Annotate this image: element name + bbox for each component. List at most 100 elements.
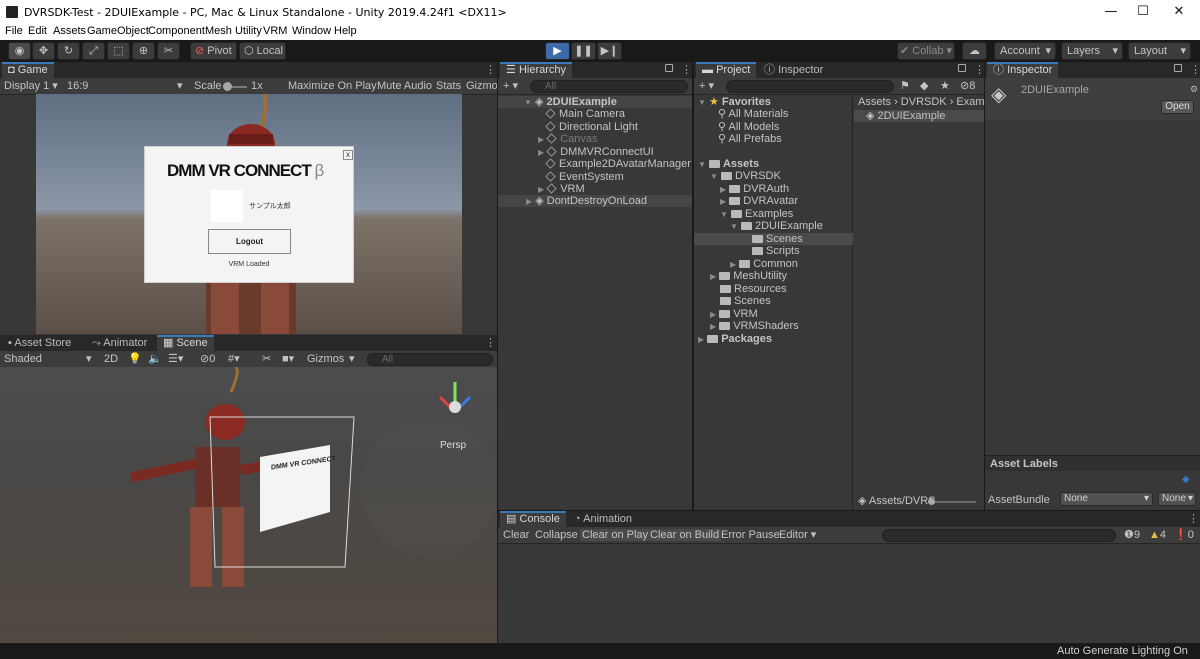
project-search-input[interactable]: [726, 80, 894, 93]
folder-row[interactable]: ▼ 2DUIExample: [730, 220, 823, 232]
move-tool-button[interactable]: ✥: [32, 42, 55, 60]
camera-icon[interactable]: ■▾: [282, 353, 294, 365]
minimize-button[interactable]: —: [1096, 2, 1126, 22]
favorites-row[interactable]: ▼ ★ Favorites: [698, 96, 771, 108]
stats-toggle[interactable]: Stats: [436, 80, 461, 92]
tab-game[interactable]: ◘ Game: [2, 62, 54, 78]
collapse-toggle[interactable]: Collapse: [535, 529, 578, 541]
asset-item-selected[interactable]: ◈ 2DUIExample: [854, 110, 984, 122]
error-pause-toggle[interactable]: Error Pause: [721, 529, 780, 541]
clear-on-build-toggle[interactable]: Clear on Build: [648, 529, 722, 541]
account-dropdown[interactable]: Account ▾: [994, 42, 1056, 60]
more-icon[interactable]: ⋮: [974, 63, 985, 76]
more-icon[interactable]: ⋮: [485, 336, 496, 349]
rect-tool-button[interactable]: ⬚: [107, 42, 130, 60]
menu-mesh-utility[interactable]: Mesh Utility: [205, 25, 262, 37]
editor-dropdown[interactable]: Editor ▾: [779, 529, 816, 541]
packages-row[interactable]: ▶ Packages: [698, 333, 772, 345]
tab-hierarchy[interactable]: ☰ Hierarchy: [500, 62, 573, 78]
hidden-objects-toggle[interactable]: ⊘0: [200, 353, 215, 365]
maximize-button[interactable]: ☐: [1128, 2, 1158, 22]
lock-icon[interactable]: [665, 64, 673, 72]
rotate-tool-button[interactable]: ↻: [57, 42, 80, 60]
close-button[interactable]: ✕: [1164, 2, 1194, 22]
tools-icon[interactable]: ✂: [262, 353, 271, 365]
assets-row[interactable]: ▼ Assets: [698, 158, 759, 170]
hierarchy-item[interactable]: Directional Light: [545, 121, 638, 133]
gizmos-dropdown[interactable]: Gizmos ▾: [307, 353, 359, 365]
hierarchy-item[interactable]: Example2DAvatarManager: [545, 158, 691, 170]
hierarchy-item[interactable]: Main Camera: [545, 108, 625, 120]
create-button[interactable]: + ▾: [699, 80, 714, 92]
lighting-icon[interactable]: 💡: [128, 353, 142, 365]
tab-asset-store[interactable]: ▪ Asset Store: [2, 335, 77, 351]
collab-button[interactable]: ✔ Collab ▾: [897, 42, 955, 60]
folder-row[interactable]: Resources: [720, 283, 787, 295]
console-search-input[interactable]: [882, 529, 1116, 542]
grid-icon[interactable]: #▾: [228, 353, 240, 365]
hierarchy-item[interactable]: ▶ Canvas: [538, 133, 598, 145]
layout-dropdown[interactable]: Layout ▾: [1128, 42, 1191, 60]
local-button[interactable]: ⬡ Local: [239, 42, 286, 60]
menu-assets[interactable]: Assets: [53, 25, 86, 37]
more-icon[interactable]: ⋮: [485, 63, 496, 76]
menu-window[interactable]: Window: [292, 25, 331, 37]
cloud-button[interactable]: ☁: [962, 42, 987, 60]
tab-inspector-2[interactable]: ⓘ Inspector: [758, 62, 829, 78]
effects-icon[interactable]: ☰▾: [168, 353, 183, 365]
icon-size-thumb[interactable]: [928, 498, 935, 505]
variant-dropdown[interactable]: None ▾: [1158, 492, 1196, 506]
lock-icon[interactable]: [1174, 64, 1182, 72]
aspect-dropdown[interactable]: 16:9 ▾: [67, 80, 187, 92]
menu-help[interactable]: Help: [334, 25, 357, 37]
menu-gameobject[interactable]: GameObject: [87, 25, 149, 37]
folder-row[interactable]: ▶ MeshUtility: [710, 270, 787, 282]
error-count-toggle[interactable]: ❗0: [1174, 529, 1194, 541]
lock-icon[interactable]: [958, 64, 966, 72]
hierarchy-item[interactable]: ▶ VRM: [538, 183, 585, 195]
custom-tool-button[interactable]: ✂: [157, 42, 180, 60]
breadcrumb-item[interactable]: DVRSDK: [901, 96, 947, 108]
gizmos-toggle[interactable]: Gizmos: [466, 80, 497, 92]
dontdestroy-row[interactable]: ▶ ◈ DontDestroyOnLoad: [498, 195, 692, 207]
hierarchy-item[interactable]: ▶ DMMVRConnectUI: [538, 146, 654, 158]
menu-edit[interactable]: Edit: [28, 25, 47, 37]
mute-audio-toggle[interactable]: Mute Audio: [377, 80, 432, 92]
pivot-button[interactable]: ⊘ Pivot: [190, 42, 237, 60]
tab-console[interactable]: ▤ Console: [500, 511, 566, 527]
dialog-close-button[interactable]: x: [343, 150, 353, 160]
logout-button[interactable]: Logout: [208, 229, 291, 254]
menu-vrm[interactable]: VRM: [263, 25, 287, 37]
tab-inspector[interactable]: ⓘ Inspector: [987, 62, 1059, 78]
more-icon[interactable]: ⋮: [1188, 512, 1199, 525]
hierarchy-item[interactable]: EventSystem: [545, 171, 624, 183]
label-tag-icon[interactable]: ◆: [1182, 474, 1194, 486]
scale-slider-thumb[interactable]: [223, 82, 232, 91]
clear-button[interactable]: Clear: [503, 529, 529, 541]
hierarchy-search-input[interactable]: All: [530, 80, 688, 93]
scene-search-input[interactable]: All: [367, 353, 493, 366]
hidden-packages-toggle[interactable]: ⊘8: [960, 80, 975, 92]
2d-toggle[interactable]: 2D: [104, 353, 118, 365]
view-tool-button[interactable]: ◉: [8, 42, 31, 60]
layers-dropdown[interactable]: Layers ▾: [1061, 42, 1123, 60]
label-icon[interactable]: ◆: [920, 80, 928, 92]
assetbundle-dropdown[interactable]: None ▾: [1060, 492, 1153, 506]
scale-slider[interactable]: [223, 82, 247, 91]
folder-row[interactable]: ▶ VRM: [710, 308, 758, 320]
folder-row[interactable]: ▶ Common: [730, 258, 798, 270]
display-dropdown[interactable]: Display 1 ▾: [4, 80, 58, 92]
play-button[interactable]: ▶: [545, 42, 570, 60]
folder-row-selected[interactable]: Scenes: [694, 233, 853, 245]
tab-project[interactable]: ▬ Project: [696, 62, 757, 78]
maximize-on-play-toggle[interactable]: Maximize On Play: [288, 80, 377, 92]
breadcrumb-item[interactable]: Assets: [858, 96, 891, 108]
audio-icon[interactable]: 🔈: [148, 353, 162, 365]
persp-label[interactable]: Persp: [440, 440, 466, 451]
menu-file[interactable]: File: [5, 25, 23, 37]
menu-component[interactable]: Component: [148, 25, 205, 37]
icon-size-slider[interactable]: [928, 498, 976, 505]
scene-view[interactable]: DMM VR CONNECT Persp: [0, 367, 497, 643]
more-icon[interactable]: ⋮: [1190, 63, 1200, 76]
folder-row[interactable]: Scenes: [720, 295, 771, 307]
